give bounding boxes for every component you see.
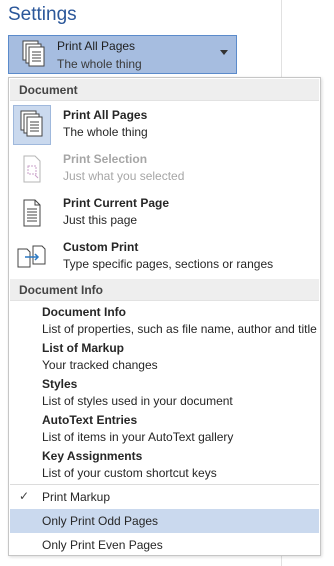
menu-item-document-info[interactable]: Document Info List of properties, such a… [10,303,319,339]
dropdown-selected-subtitle: The whole thing [57,57,142,71]
menu-item-list-of-markup[interactable]: List of Markup Your tracked changes [10,339,319,375]
menu-item-title: Print Selection [63,152,148,166]
menu-item-print-all-pages[interactable]: Print All Pages The whole thing [10,103,319,147]
menu-item-title: Key Assignments [42,449,143,463]
single-page-icon [13,193,51,233]
menu-item-title: Styles [42,377,78,391]
section-header-document: Document [10,79,319,101]
selection-page-icon [13,149,51,189]
custom-print-icon [13,237,51,277]
menu-item-subtitle: Just what you selected [63,169,185,183]
menu-item-subtitle: Just this page [63,213,138,227]
menu-option-label: Only Print Even Pages [42,538,163,552]
menu-item-subtitle: The whole thing [63,125,148,139]
menu-option-only-print-odd-pages[interactable]: Only Print Odd Pages [10,509,319,533]
menu-item-custom-print[interactable]: Custom Print Type specific pages, sectio… [10,235,319,279]
menu-item-subtitle: List of your custom shortcut keys [42,466,217,480]
settings-heading: Settings [8,4,77,25]
menu-option-label: Only Print Odd Pages [42,514,159,528]
menu-item-print-current-page[interactable]: Print Current Page Just this page [10,191,319,235]
menu-item-subtitle: Type specific pages, sections or ranges [63,257,274,271]
chevron-down-icon [220,50,228,55]
menu-item-title: AutoText Entries [42,413,138,427]
menu-item-key-assignments[interactable]: Key Assignments List of your custom shor… [10,447,319,483]
pages-stack-icon [21,40,47,75]
menu-item-title: Print Current Page [63,196,170,210]
menu-item-styles[interactable]: Styles List of styles used in your docum… [10,375,319,411]
menu-item-autotext-entries[interactable]: AutoText Entries List of items in your A… [10,411,319,447]
menu-item-title: Custom Print [63,240,139,254]
pages-stack-icon [13,105,51,145]
menu-option-print-markup[interactable]: ✓ Print Markup [10,485,319,509]
menu-item-title: Document Info [42,305,126,319]
print-range-dropdown[interactable]: Print All Pages The whole thing [8,35,237,74]
menu-item-subtitle: List of items in your AutoText gallery [42,430,234,444]
dropdown-selected-title: Print All Pages [57,39,136,53]
menu-option-only-print-even-pages[interactable]: Only Print Even Pages [10,533,319,557]
menu-item-print-selection[interactable]: Print Selection Just what you selected [10,147,319,191]
print-range-menu: Document Print All Pages The whole thing [8,77,321,556]
menu-option-label: Print Markup [42,490,111,504]
checkmark-icon: ✓ [19,489,30,503]
menu-item-title: Print All Pages [63,108,148,122]
menu-item-subtitle: List of properties, such as file name, a… [42,322,317,336]
menu-item-title: List of Markup [42,341,125,355]
menu-item-subtitle: Your tracked changes [42,358,158,372]
menu-item-subtitle: List of styles used in your document [42,394,233,408]
section-header-document-info: Document Info [10,279,319,301]
